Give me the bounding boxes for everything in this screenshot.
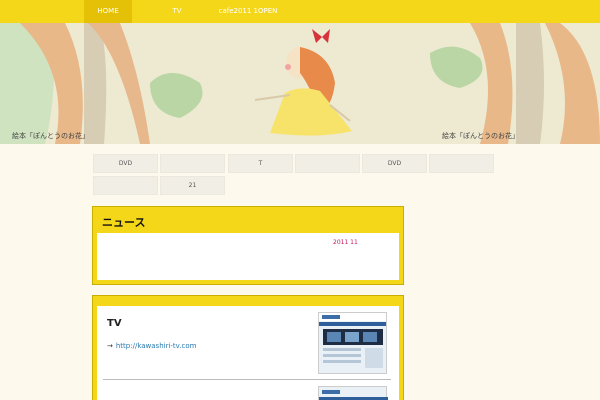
tv-site-link[interactable]: http://kawashiri-tv.com	[116, 342, 197, 350]
news-content: 2011 11	[97, 233, 399, 280]
divider	[103, 379, 391, 380]
nav-tv[interactable]: TV	[156, 0, 198, 23]
arrow-icon: →	[107, 342, 113, 350]
tv-panel: TV → http://kawashiri-tv.com	[92, 295, 404, 400]
grid-item-7[interactable]	[93, 176, 158, 195]
hero-caption-right: 絵本「ぽんとうのお花」	[442, 132, 519, 140]
thumbnail-image	[319, 313, 386, 368]
hero-caption-left: 絵本「ぽんとうのお花」	[12, 132, 89, 140]
grid-item-8[interactable]: 21	[160, 176, 225, 195]
top-nav: HOME TV cafe2011 1OPEN	[0, 0, 600, 23]
tv-link-row: → http://kawashiri-tv.com	[107, 342, 196, 350]
news-title: ニュース	[102, 216, 146, 229]
tv-title: TV	[107, 318, 122, 329]
news-panel: ニュース 2011 11	[92, 206, 404, 285]
tv-content: TV → http://kawashiri-tv.com	[97, 306, 399, 400]
hero-illustration	[0, 23, 600, 144]
news-date: 2011 11	[333, 239, 358, 246]
tv-site-thumbnail-2[interactable]	[318, 386, 388, 400]
thumbnail-image-2	[319, 390, 388, 400]
grid-item-1[interactable]: DVD	[93, 154, 158, 173]
tv-site-thumbnail[interactable]	[318, 312, 387, 374]
grid-item-3[interactable]: T	[228, 154, 293, 173]
nav-cafe[interactable]: cafe2011 1OPEN	[212, 0, 284, 23]
grid-item-2[interactable]	[160, 154, 225, 173]
hero-banner: 絵本「ぽんとうのお花」 絵本「ぽんとうのお花」	[0, 23, 600, 144]
grid-item-4[interactable]	[295, 154, 360, 173]
grid-item-6[interactable]	[429, 154, 494, 173]
grid-item-5[interactable]: DVD	[362, 154, 427, 173]
nav-home[interactable]: HOME	[84, 0, 132, 23]
